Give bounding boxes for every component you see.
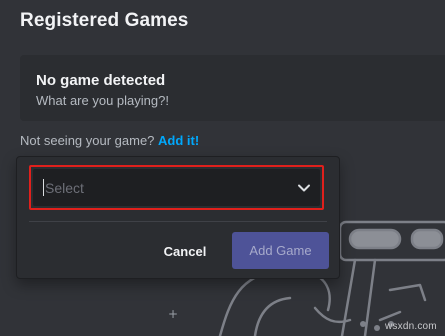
select-placeholder: Select [45, 180, 84, 196]
text-cursor [43, 179, 44, 196]
page-title: Registered Games [20, 10, 189, 31]
select-highlight: Select [29, 165, 324, 210]
cancel-button[interactable]: Cancel [157, 233, 213, 271]
add-game-button[interactable]: Add Game [232, 232, 329, 269]
popup-divider [29, 221, 327, 222]
watermark: wsxdn.com [385, 321, 437, 332]
game-detection-card: No game detected What are you playing?! [20, 55, 445, 121]
chevron-down-icon[interactable] [297, 181, 311, 195]
not-seeing-text: Not seeing your game? [20, 133, 155, 148]
add-game-popup: Select Cancel Add Game [16, 156, 340, 279]
detection-status: No game detected [36, 72, 166, 89]
svg-text:+: + [168, 307, 178, 321]
not-seeing-prompt: Not seeing your game? Add it! [20, 133, 199, 148]
game-select[interactable]: Select [33, 169, 320, 206]
detection-subtitle: What are you playing?! [36, 93, 169, 108]
add-it-link[interactable]: Add it! [158, 133, 199, 148]
